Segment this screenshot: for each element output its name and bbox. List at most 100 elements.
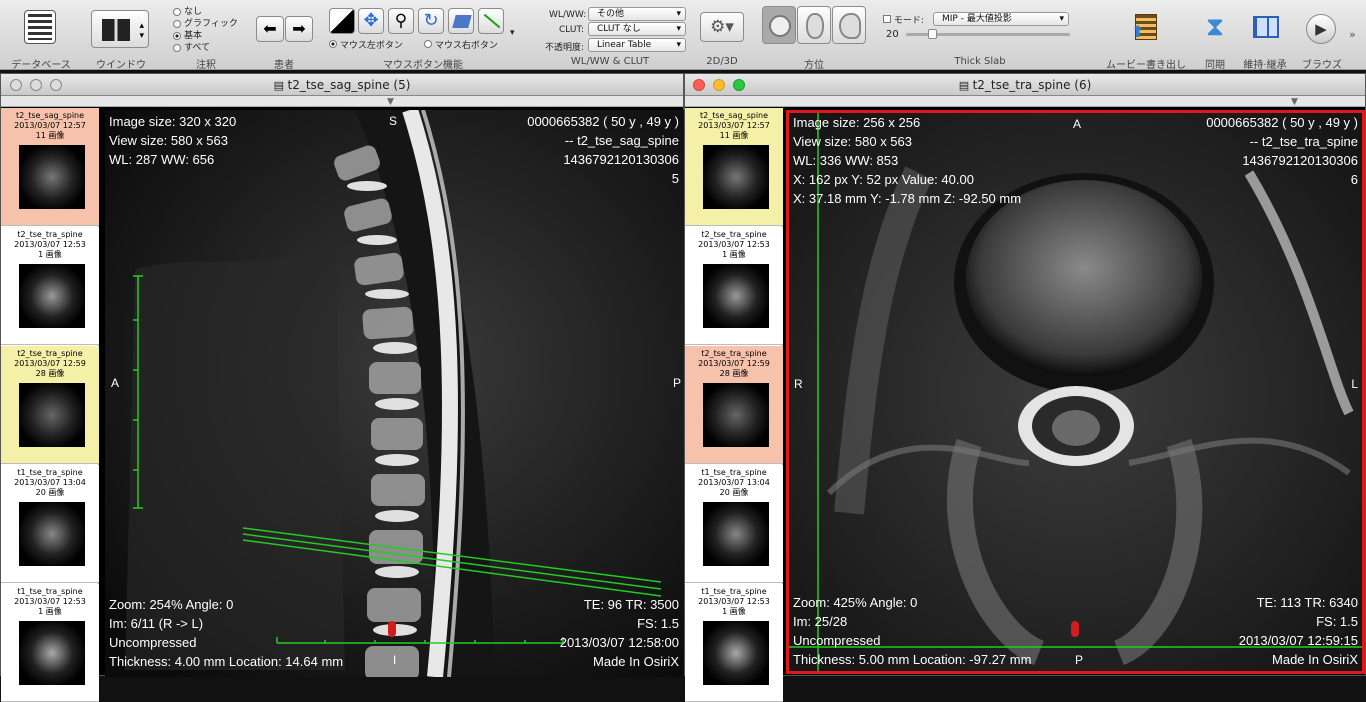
- zoom-button[interactable]: [50, 79, 62, 91]
- opacity-caption: 不透明度:: [545, 43, 585, 53]
- main-toolbar: データベース ▴ ▾ ウインドウ なし グラフィック 基本 すべて 注釈 ⬅ ➡ …: [0, 0, 1366, 71]
- annotation-option-basic[interactable]: 基本: [173, 30, 238, 42]
- thumbnail-preview-image: [703, 264, 769, 328]
- window-layout-button[interactable]: ▴ ▾: [91, 10, 149, 48]
- right-series-list: t2_tse_sag_spine 2013/03/07 12:57 11 画像 t2_…: [685, 108, 783, 702]
- previous-patient-button[interactable]: ⬅: [256, 16, 284, 42]
- thumbnail-preview-image: [703, 502, 769, 566]
- close-button[interactable]: [10, 79, 22, 91]
- thumbnail-name: t1_tse_tra_spine: [701, 468, 767, 477]
- thumbnail-count: 28 画像: [719, 369, 749, 378]
- mode-checkbox[interactable]: モード:: [883, 13, 924, 26]
- right-window-titlebar[interactable]: ▤ t2_tse_tra_spine (6): [685, 74, 1365, 96]
- minimize-button[interactable]: [30, 79, 42, 91]
- right-scrubber-knob[interactable]: ▼: [1291, 97, 1298, 107]
- thumbnail-count: 11 画像: [35, 131, 65, 140]
- coronal-orientation-button[interactable]: [797, 6, 831, 44]
- slab-slider-knob[interactable]: [928, 29, 937, 39]
- series-thumbnail[interactable]: t2_tse_tra_spine 2013/03/07 12:59 28 画像: [1, 346, 99, 464]
- right-viewer-window: ▤ t2_tse_tra_spine (6) ▼ t2_tse_sag_spin…: [684, 73, 1366, 702]
- ruler-icon: [483, 13, 501, 29]
- mode-select[interactable]: MIP - 最大値投影: [933, 12, 1069, 26]
- left-orientation-bottom: I: [393, 653, 397, 667]
- series-thumbnail[interactable]: t1_tse_tra_spine 2013/03/07 13:04 20 画像: [685, 465, 783, 583]
- sagittal-orientation-button[interactable]: [832, 6, 866, 44]
- zoom-tool-button[interactable]: ⚲: [388, 8, 414, 34]
- move-tool-button[interactable]: ✥: [358, 8, 384, 34]
- thumbnail-name: t2_tse_sag_spine: [15, 111, 85, 120]
- left-slice-scrubber[interactable]: ▼: [1, 96, 683, 107]
- series-thumbnail[interactable]: t1_tse_tra_spine 2013/03/07 12:53 1 画像: [685, 584, 783, 702]
- right-overlay-top-left: Image size: 256 x 256 View size: 580 x 56…: [793, 115, 1022, 206]
- series-thumbnail[interactable]: t2_tse_tra_spine 2013/03/07 12:53 1 画像: [685, 227, 783, 345]
- arrow-right-icon: ➡: [292, 19, 306, 38]
- thumbnail-date: 2013/03/07 12:59: [14, 359, 86, 368]
- thumbnail-preview-image: [703, 383, 769, 447]
- thumbnail-date: 2013/03/07 12:53: [14, 240, 86, 249]
- axial-orientation-button[interactable]: [762, 6, 796, 44]
- sync-button[interactable]: ⧗: [1200, 10, 1230, 46]
- left-scrubber-knob[interactable]: ▼: [387, 97, 394, 107]
- play-icon: ▶: [1315, 20, 1327, 38]
- thumbnail-preview-image: [19, 621, 85, 685]
- arrow-left-icon: ⬅: [263, 19, 277, 38]
- head-axial-icon: [769, 15, 791, 37]
- minimize-button[interactable]: [713, 79, 725, 91]
- thumbnail-date: 2013/03/07 12:53: [14, 597, 86, 606]
- series-thumbnail[interactable]: t1_tse_tra_spine 2013/03/07 13:04 20 画像: [1, 465, 99, 583]
- series-thumbnail[interactable]: t2_tse_tra_spine 2013/03/07 12:53 1 画像: [1, 227, 99, 345]
- close-button[interactable]: [693, 79, 705, 91]
- scroll-tool-button[interactable]: [448, 8, 474, 34]
- thumbnail-name: t1_tse_tra_spine: [17, 587, 83, 596]
- series-thumbnail[interactable]: t2_tse_sag_spine 2013/03/07 12:57 11 画像: [1, 108, 99, 226]
- sync-label: 同期: [1205, 60, 1225, 71]
- rotate-tool-button[interactable]: ↻: [418, 8, 444, 34]
- database-button[interactable]: [24, 10, 56, 44]
- zoom-button[interactable]: [733, 79, 745, 91]
- series-thumbnail[interactable]: t2_tse_sag_spine 2013/03/07 12:57 11 画像: [685, 108, 783, 226]
- right-overlay-top-right: 0000665382 ( 50 y , 49 y ) -- t2_tse_tra_…: [1206, 115, 1358, 187]
- series-thumbnail[interactable]: t2_tse_tra_spine 2013/03/07 12:59 28 画像: [685, 346, 783, 464]
- right-overlay-bottom-right: TE: 113 TR: 6340 FS: 1.5 2013/03/07 12:59:…: [1238, 595, 1358, 667]
- document-icon: ▤: [273, 79, 288, 92]
- orientation-label: 方位: [804, 60, 824, 71]
- clut-select[interactable]: CLUT なし: [588, 22, 686, 36]
- head-sagittal-icon: [839, 13, 861, 39]
- thumbnail-count: 28 画像: [35, 369, 65, 378]
- hourglass-icon: ⧗: [1205, 12, 1225, 42]
- series-thumbnail[interactable]: t1_tse_tra_spine 2013/03/07 12:53 1 画像: [1, 584, 99, 702]
- thumbnail-date: 2013/03/07 13:04: [14, 478, 86, 487]
- thumbnail-preview-image: [703, 621, 769, 685]
- right-slice-scrubber[interactable]: ▼: [685, 96, 1365, 107]
- wlww-tool-button[interactable]: [329, 8, 355, 34]
- view-mode-button[interactable]: ⚙▾: [700, 12, 744, 42]
- right-image-viewer[interactable]: Image size: 256 x 256 View size: 580 x 56…: [786, 110, 1365, 674]
- magnifier-icon: ⚲: [394, 11, 408, 31]
- wlww-select[interactable]: その他: [588, 7, 686, 21]
- wlww-caption: WL/WW:: [549, 10, 587, 20]
- thumbnail-count: 20 画像: [719, 488, 749, 497]
- annotation-option-graphic[interactable]: グラフィック: [173, 18, 238, 30]
- thumbnail-count: 1 画像: [38, 250, 62, 259]
- opacity-select[interactable]: Linear Table: [588, 38, 686, 52]
- browse-play-button[interactable]: ▶: [1306, 14, 1336, 44]
- right-window-title: t2_tse_tra_spine (6): [972, 78, 1092, 92]
- wlww-group-label: WL/WW & CLUT: [570, 56, 650, 67]
- slab-slider[interactable]: [906, 29, 1070, 39]
- thumbnail-name: t2_tse_tra_spine: [17, 230, 83, 239]
- next-patient-button[interactable]: ➡: [285, 16, 313, 42]
- thumbnail-count: 1 画像: [38, 607, 62, 616]
- annotation-option-none[interactable]: なし: [173, 6, 238, 18]
- tile-windows-button[interactable]: [1251, 14, 1281, 42]
- left-image-viewer[interactable]: Image size: 320 x 320 View size: 580 x 56…: [105, 110, 685, 677]
- mouse-left-radio[interactable]: マウス左ボタン: [329, 38, 403, 51]
- thumbnail-name: t1_tse_tra_spine: [701, 587, 767, 596]
- annotation-option-all[interactable]: すべて: [173, 42, 238, 54]
- move-arrows-icon: ✥: [363, 10, 379, 31]
- movie-export-button[interactable]: ⬆: [1131, 12, 1161, 44]
- left-window-titlebar[interactable]: ▤ t2_tse_sag_spine (5): [1, 74, 683, 96]
- mouse-right-radio[interactable]: マウス右ボタン: [424, 38, 498, 51]
- measure-tool-button[interactable]: [478, 8, 504, 34]
- toolbar-overflow-icon[interactable]: »: [1349, 28, 1356, 41]
- stack-icon: [452, 15, 472, 28]
